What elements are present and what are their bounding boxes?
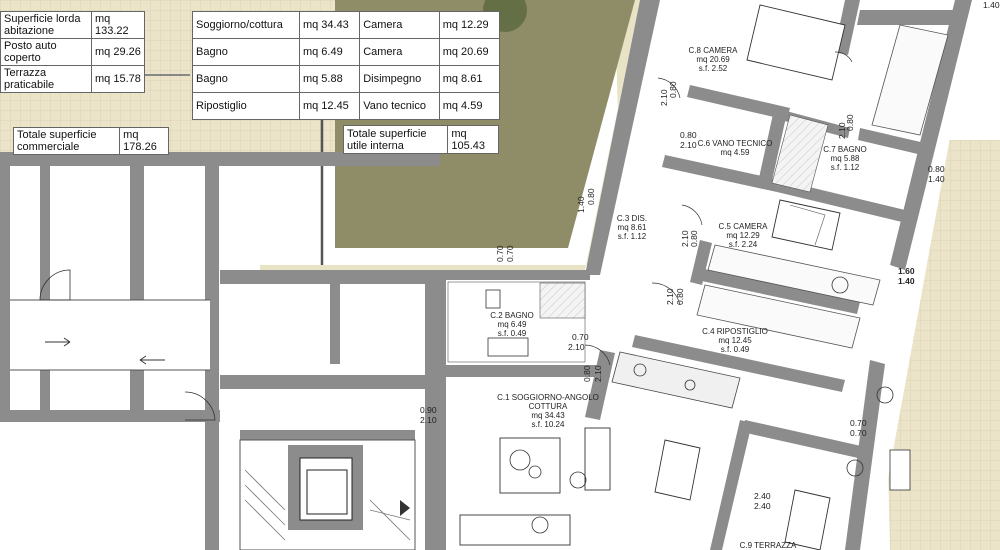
table-cell: mq 15.78 [91,65,145,93]
lift-car [299,457,353,521]
dim-label: 2.40 2.40 [754,491,771,511]
room-label-c9: C.9 TERRAZZA [740,541,797,550]
table-cell: Superficie lorda abitazione [0,11,92,39]
dim-label: 0.80 1.40 [928,164,945,184]
table-row: Superficie lorda abitazione mq 133.22 [0,11,145,39]
dim-label: 0.80 [668,81,678,98]
table-cell: Camera [359,11,440,39]
usable-total-table: Totale superficie utile interna mq 105.43 [342,125,499,154]
table-cell: Soggiorno/cottura [192,11,300,39]
table-cell: mq 29.26 [91,38,145,66]
armchair [584,427,611,491]
dim-label: 2.10 [665,288,675,305]
dim-label: 1.40 [983,0,1000,10]
dim-label: 1.40 [576,196,586,213]
table-cell: mq 12.45 [298,92,361,120]
dim-label: 2.10 [659,89,669,106]
dim-label: 0.80 [689,230,699,247]
dim-label: 0.90 2.10 [420,405,437,425]
dim-label: 0.80 [586,188,596,205]
table-cell: Bagno [192,38,300,66]
table-cell: Disimpegno [359,65,440,93]
table-cell: mq 6.49 [298,38,361,66]
table-row: Soggiorno/cottura mq 34.43 Camera mq 12.29 [192,11,501,39]
room-area-table: Soggiorno/cottura mq 34.43 Camera mq 12.29 … [192,11,501,120]
table-cell: Vano tecnico [359,92,440,120]
table-row: Ripostiglio mq 12.45 Vano tecnico mq 4.59 [192,92,501,120]
table-cell: Posto auto coperto [0,38,92,66]
table-cell: mq 20.69 [438,38,501,66]
commercial-total-table: Totale superficie commerciale mq 178.26 [12,127,169,155]
table-cell: Totale superficie commerciale [12,127,121,155]
dim-label: 0.70 [495,245,505,262]
table-cell: Totale superficie utile interna [342,125,449,154]
gross-area-table: Superficie lorda abitazione mq 133.22 Pos… [0,11,145,93]
corridor [10,300,210,370]
table-cell: mq 8.61 [438,65,501,93]
room-label-c3: C.3 DIS. mq 8.61 s.f. 1.12 [617,214,647,241]
table-cell: mq 12.29 [438,11,501,39]
table-row: Bagno mq 6.49 Camera mq 20.69 [192,38,501,66]
dim-label: 2.10 [837,122,847,139]
table-row: Posto auto coperto mq 29.26 [0,38,145,66]
dim-label: 0.80 2.10 [680,130,697,150]
table-cell: mq 133.22 [91,11,145,39]
dim-label: 0.70 0.70 [850,418,867,438]
table-row: Totale superficie commerciale mq 178.26 [12,127,169,155]
dim-label: 0.70 [505,245,515,262]
sofa [499,437,561,494]
table-row: Totale superficie utile interna mq 105.43 [342,125,499,154]
table-cell: Terrazza praticabile [0,65,92,93]
dim-label: 2.10 [593,365,603,382]
table-row: Bagno mq 5.88 Disimpegno mq 8.61 [192,65,501,93]
table-cell: mq 178.26 [119,127,169,155]
sofa-bench [459,514,571,546]
table-cell: Bagno [192,65,300,93]
dim-label: 1.60 1.40 [898,266,915,286]
outdoor-table [889,449,911,491]
table-cell: mq 4.59 [438,92,501,120]
table-cell: mq 34.43 [298,11,361,39]
shower-tray [539,282,586,319]
dim-label: 0.80 [675,288,685,305]
dim-label: 2.10 [680,230,690,247]
table-cell: mq 105.43 [447,125,499,154]
table-cell: Camera [359,38,440,66]
dim-label: 0.80 [582,365,592,382]
floor-plan: C.8 CAMERA mq 20.69 s.f. 2.52 C.6 VANO TEC… [0,0,1000,550]
table-cell: mq 5.88 [298,65,361,93]
table-row: Terrazza praticabile mq 15.78 [0,65,145,93]
table-cell: Ripostiglio [192,92,300,120]
